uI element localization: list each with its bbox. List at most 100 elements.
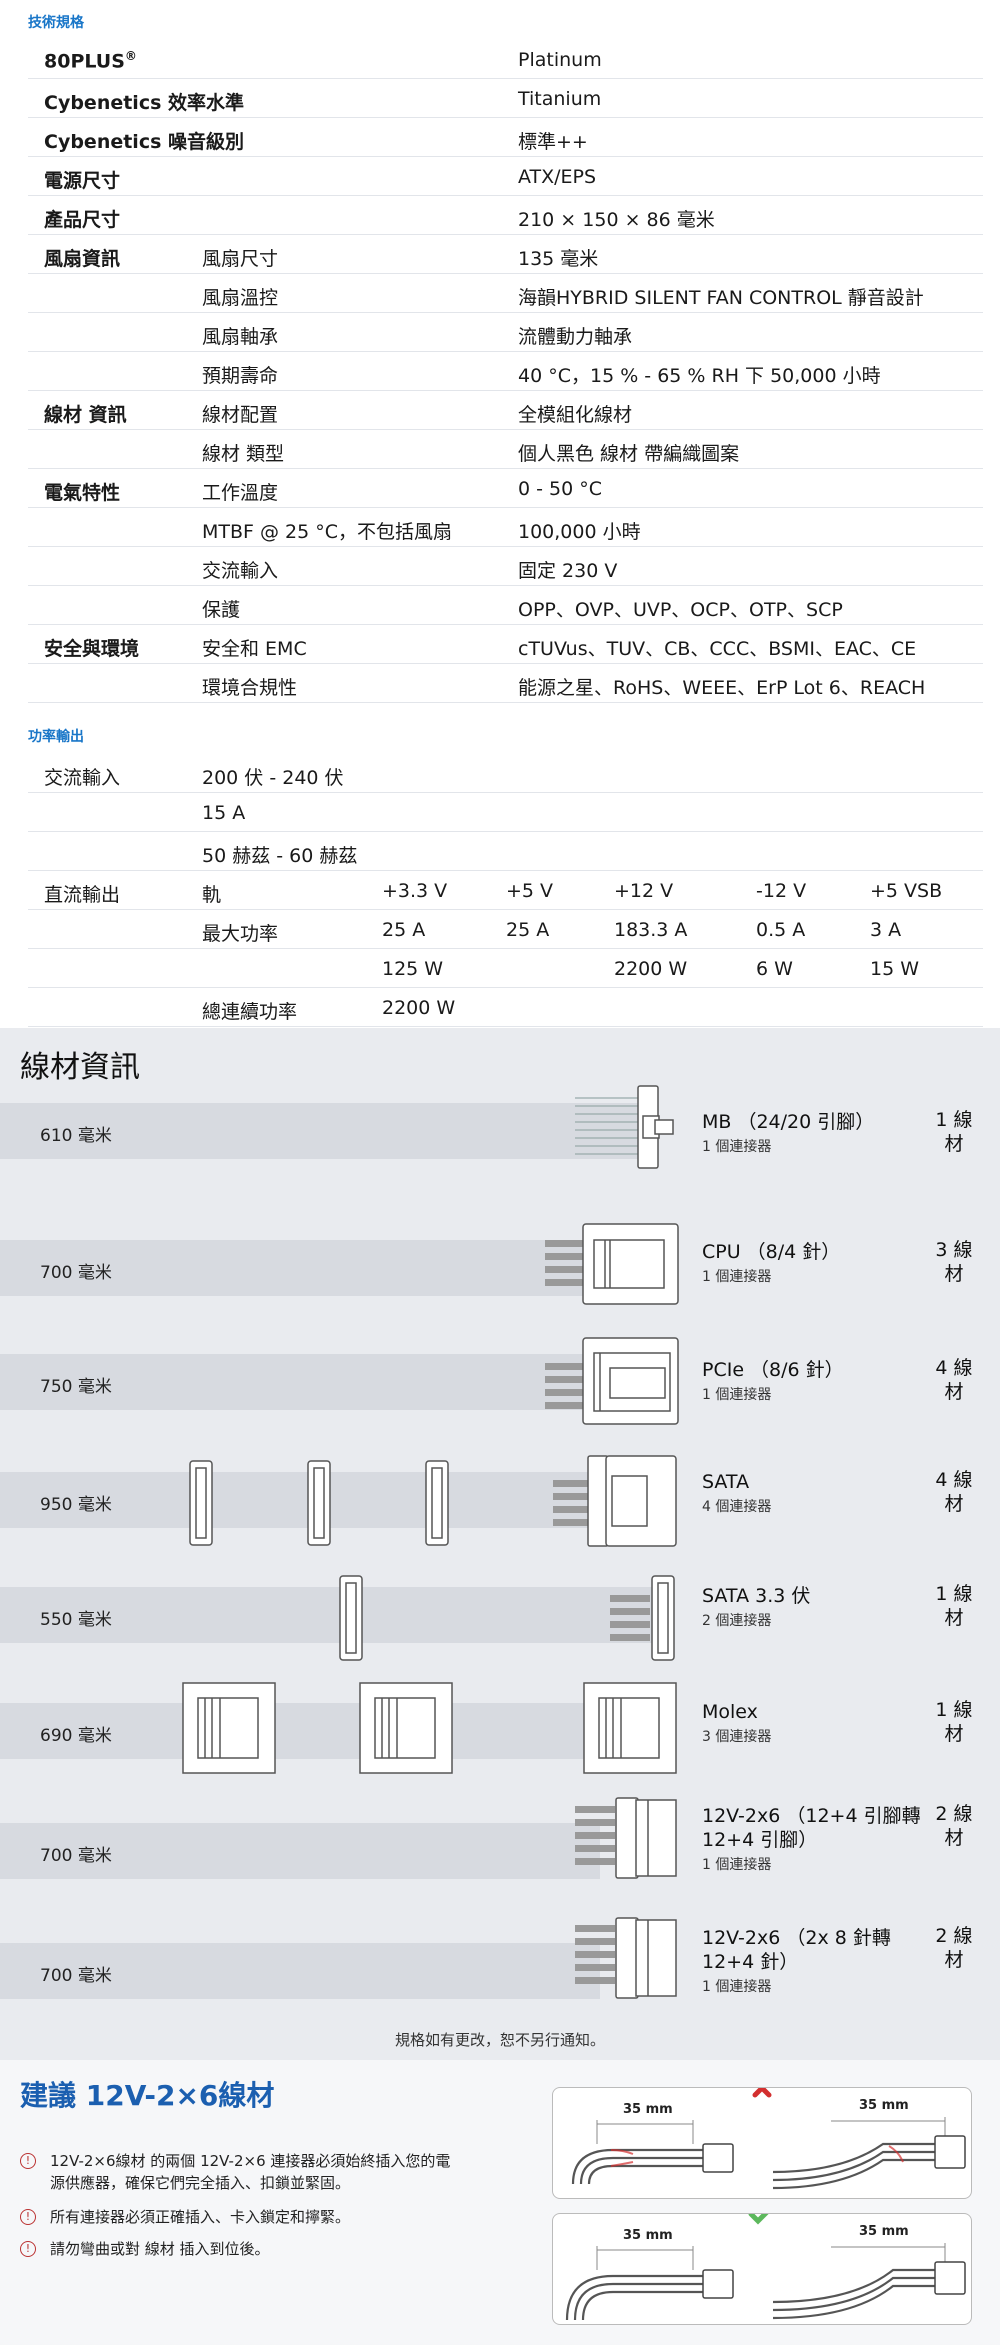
- spec-category: Cybenetics 噪音級別: [44, 131, 245, 153]
- molex-connector-icon: [182, 1682, 677, 1774]
- power-row: 總連續功率 2200 W: [28, 988, 983, 1027]
- registered-mark: ®: [124, 49, 137, 63]
- power-section-title: 功率輸出: [28, 729, 84, 745]
- power-subcategory: 軌: [202, 884, 222, 906]
- check-icon: [748, 2214, 769, 2225]
- power-subcategory: 15 A: [202, 802, 246, 824]
- spec-change-note: 規格如有更改，恕不另行通知。: [394, 2031, 605, 2049]
- spec-row: Cybenetics 效率水準 Titanium: [28, 79, 983, 118]
- power-cell: 183.3 A: [614, 919, 688, 941]
- spec-value: 標準++: [518, 131, 588, 153]
- pcie-connector-icon: [545, 1337, 679, 1425]
- spec-subcategory: MTBF @ 25 °C，不包括風扇: [202, 521, 453, 543]
- spec-row: 80PLUS® Platinum: [28, 40, 983, 79]
- spec-subcategory: 預期壽命: [202, 365, 279, 387]
- spec-row: 電氣特性 工作溫度 0 - 50 °C: [28, 469, 983, 508]
- power-category: 交流輸入: [44, 767, 121, 789]
- spec-value: 210 × 150 × 86 毫米: [518, 209, 715, 231]
- warning-icon: !: [20, 2209, 36, 2225]
- power-cell: 2200 W: [382, 997, 456, 1019]
- spec-subcategory: 交流輸入: [202, 560, 279, 582]
- spec-row: 電源尺寸 ATX/EPS: [28, 157, 983, 196]
- spec-row: Cybenetics 噪音級別 標準++: [28, 118, 983, 157]
- spec-category: 安全與環境: [44, 638, 140, 660]
- connector-count: 1 個連接器: [702, 1387, 772, 1403]
- spec-value: 135 毫米: [518, 248, 599, 270]
- power-cell: +12 V: [614, 880, 674, 902]
- spec-category: 線材 資訊: [44, 404, 127, 426]
- sata33-connector-icon: [339, 1575, 675, 1661]
- spec-value: 全模組化線材: [518, 404, 633, 426]
- spec-value: 流體動力軸承: [518, 326, 633, 348]
- spec-category: 風扇資訊: [44, 248, 121, 270]
- cable-illustrations: [182, 1085, 679, 1999]
- cable-length: 610 毫米: [40, 1126, 112, 1146]
- cable-length: 700 毫米: [40, 1966, 112, 1986]
- power-row: 交流輸入 200 伏 - 240 伏: [28, 754, 983, 793]
- spec-category: 電氣特性: [44, 482, 121, 504]
- spec-value: 個人黑色 線材 帶編織圖案: [518, 443, 740, 465]
- power-subcategory: 總連續功率: [202, 1001, 298, 1023]
- spec-row: 交流輸入 固定 230 V: [28, 547, 983, 586]
- spec-value: 40 °C，15 % - 65 % RH 下 50,000 小時: [518, 365, 881, 387]
- spec-subcategory: 保護: [202, 599, 241, 621]
- power-cell: 2200 W: [614, 958, 688, 980]
- spec-value: cTUVus、TUV、CB、CCC、BSMI、EAC、CE: [518, 638, 917, 660]
- cable-quantity: 1 線材: [935, 1109, 973, 1155]
- power-subcategory: 50 赫茲 - 60 赫茲: [202, 845, 358, 867]
- power-cell: +5 VSB: [870, 880, 943, 902]
- cable-length: 750 毫米: [40, 1377, 112, 1397]
- 12v2x6-adapter-connector-icon: [575, 1917, 677, 1999]
- cable-name: 12V-2x6 （12+4 引腳轉 12+4 引腳）: [702, 1805, 921, 1851]
- cable-length: 550 毫米: [40, 1610, 112, 1630]
- cable-name: SATA 3.3 伏: [702, 1585, 811, 1607]
- spec-subcategory: 風扇溫控: [202, 287, 279, 309]
- power-cell: 25 A: [382, 919, 426, 941]
- power-subcategory: 200 伏 - 240 伏: [202, 767, 344, 789]
- spec-subcategory: 線材 類型: [202, 443, 285, 465]
- spec-row: 線材 類型 個人黑色 線材 帶編織圖案: [28, 430, 983, 469]
- cable-length: 700 毫米: [40, 1263, 112, 1283]
- power-cell: 0.5 A: [756, 919, 806, 941]
- incorrect-bending-illustration: 35 mm 35 mm: [552, 2087, 972, 2199]
- power-cell: 15 W: [870, 958, 920, 980]
- cable-name: Molex: [702, 1701, 758, 1723]
- cable-length: 950 毫米: [40, 1495, 112, 1515]
- sata-connector-icon: [189, 1455, 677, 1547]
- spec-value: 能源之星、RoHS、WEEE、ErP Lot 6、REACH: [518, 677, 926, 699]
- spec-row: 保護 OPP、OVP、UVP、OCP、OTP、SCP: [28, 586, 983, 625]
- power-row: 125 W 2200 W 6 W 15 W: [28, 949, 983, 988]
- spec-section-title: 技術規格: [28, 15, 84, 31]
- spec-row: 風扇資訊 風扇尺寸 135 毫米: [28, 235, 983, 274]
- power-cell: 125 W: [382, 958, 444, 980]
- recommend-section: 建議 12V-2×6線材 ! 12V-2×6線材 的兩個 12V-2×6 連接器必…: [0, 2060, 1000, 2345]
- power-cell: 3 A: [870, 919, 902, 941]
- tip-item: ! 12V-2×6線材 的兩個 12V-2×6 連接器必須始終插入您的電源供應器，…: [20, 2150, 460, 2194]
- power-cell: 25 A: [506, 919, 550, 941]
- recommend-title: 建議 12V-2×6線材: [20, 2079, 275, 2112]
- power-subcategory: 最大功率: [202, 923, 279, 945]
- spec-subcategory: 安全和 EMC: [202, 638, 307, 660]
- spec-value: 海韻HYBRID SILENT FAN CONTROL 靜音設計: [518, 287, 924, 309]
- power-cell: -12 V: [756, 880, 807, 902]
- tip-item: ! 請勿彎曲或對 線材 插入到位後。: [20, 2238, 460, 2260]
- spec-subcategory: 環境合規性: [202, 677, 298, 699]
- spec-subcategory: 線材配置: [202, 404, 279, 426]
- spec-category: 電源尺寸: [44, 170, 121, 192]
- cable-name: MB （24/20 引腳）: [702, 1111, 875, 1133]
- cable-quantity: 4 線材: [935, 1357, 973, 1403]
- spec-row: 產品尺寸 210 × 150 × 86 毫米: [28, 196, 983, 235]
- tip-item: ! 所有連接器必須正確插入、卡入鎖定和擰緊。: [20, 2206, 460, 2228]
- cpu-connector-icon: [545, 1223, 679, 1305]
- spec-subcategory: 工作溫度: [202, 482, 279, 504]
- cable-quantity: 4 線材: [935, 1469, 973, 1515]
- cable-quantity: 3 線材: [935, 1239, 973, 1285]
- spec-value: 100,000 小時: [518, 521, 641, 543]
- spec-row: 線材 資訊 線材配置 全模組化線材: [28, 391, 983, 430]
- connector-count: 1 個連接器: [702, 1269, 772, 1285]
- connector-count: 1 個連接器: [702, 1857, 772, 1873]
- spec-value: 0 - 50 °C: [518, 478, 603, 500]
- spec-row: 風扇溫控 海韻HYBRID SILENT FAN CONTROL 靜音設計: [28, 274, 983, 313]
- spec-category: 產品尺寸: [44, 209, 121, 231]
- connector-count: 2 個連接器: [702, 1613, 772, 1629]
